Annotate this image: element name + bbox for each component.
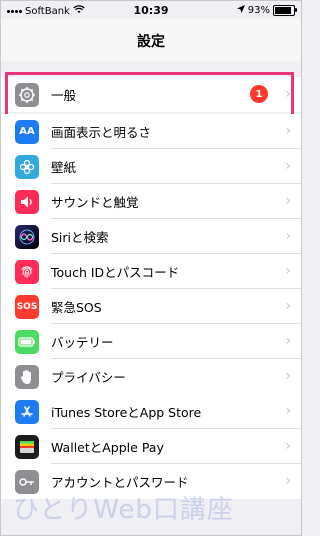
chevron-right-icon: › <box>285 263 291 279</box>
location-icon <box>236 5 245 16</box>
settings-group-display: AA 画面表示と明るさ › 壁紙 › サウンドと触覚 › Siriと検索 › T… <box>1 114 301 394</box>
flower-icon <box>15 154 39 179</box>
settings-row-touch-id[interactable]: Touch IDとパスコード › <box>1 254 301 289</box>
battery-icon <box>273 5 297 16</box>
settings-row-label: WalletとApple Pay <box>51 440 164 455</box>
settings-row-label: 画面表示と明るさ <box>51 125 152 140</box>
battery-icon <box>15 329 39 354</box>
settings-row-label: Siriと検索 <box>51 230 109 245</box>
hand-icon <box>15 364 39 389</box>
chevron-right-icon: › <box>285 333 291 349</box>
chevron-right-icon: › <box>285 368 291 384</box>
settings-row-itunes-app-store[interactable]: iTunes StoreとApp Store › <box>1 394 301 429</box>
chevron-right-icon: › <box>285 473 291 489</box>
app-store-icon <box>15 399 39 424</box>
settings-row-label: プライバシー <box>51 370 126 385</box>
aa-icon: AA <box>15 119 39 144</box>
settings-row-emergency-sos[interactable]: SOS 緊急SOS › <box>1 289 301 324</box>
settings-row-label: バッテリー <box>51 335 114 350</box>
chevron-right-icon: › <box>285 123 291 139</box>
settings-row-sounds[interactable]: サウンドと触覚 › <box>1 184 301 219</box>
sos-icon: SOS <box>15 294 39 319</box>
chevron-right-icon: › <box>285 193 291 209</box>
settings-row-siri[interactable]: Siriと検索 › <box>1 219 301 254</box>
screen: SoftBank 10:39 93% 設定 一般 1 › AA 画面表示と明るさ… <box>0 0 302 536</box>
settings-row-wallet[interactable]: WalletとApple Pay › <box>1 429 301 464</box>
settings-row-label: iTunes StoreとApp Store <box>51 405 202 420</box>
navigation-bar: 設定 <box>1 19 301 61</box>
page-title: 設定 <box>137 34 165 50</box>
chevron-right-icon: › <box>285 438 291 454</box>
settings-row-label: 壁紙 <box>51 160 77 175</box>
speaker-icon <box>15 189 39 214</box>
settings-row-label: サウンドと触覚 <box>51 195 139 210</box>
chevron-right-icon: › <box>285 403 291 419</box>
settings-row-display[interactable]: AA 画面表示と明るさ › <box>1 114 301 149</box>
fingerprint-icon <box>15 259 39 284</box>
battery-percent: 93% <box>247 5 270 16</box>
wallet-icon <box>15 434 39 459</box>
settings-row-label: Touch IDとパスコード <box>51 265 180 280</box>
settings-row-label: 緊急SOS <box>51 300 102 315</box>
siri-icon <box>15 224 39 249</box>
settings-row-privacy[interactable]: プライバシー › <box>1 359 301 394</box>
chevron-right-icon: › <box>285 158 291 174</box>
chevron-right-icon: › <box>285 228 291 244</box>
chevron-right-icon: › <box>285 298 291 314</box>
settings-row-battery[interactable]: バッテリー › <box>1 324 301 359</box>
watermark: ひとりWeb口講座 <box>13 495 234 525</box>
highlight-box <box>5 72 294 117</box>
settings-group-accounts: iTunes StoreとApp Store › WalletとApple Pa… <box>1 394 301 499</box>
settings-row-wallpaper[interactable]: 壁紙 › <box>1 149 301 184</box>
status-bar: SoftBank 10:39 93% <box>1 1 301 19</box>
